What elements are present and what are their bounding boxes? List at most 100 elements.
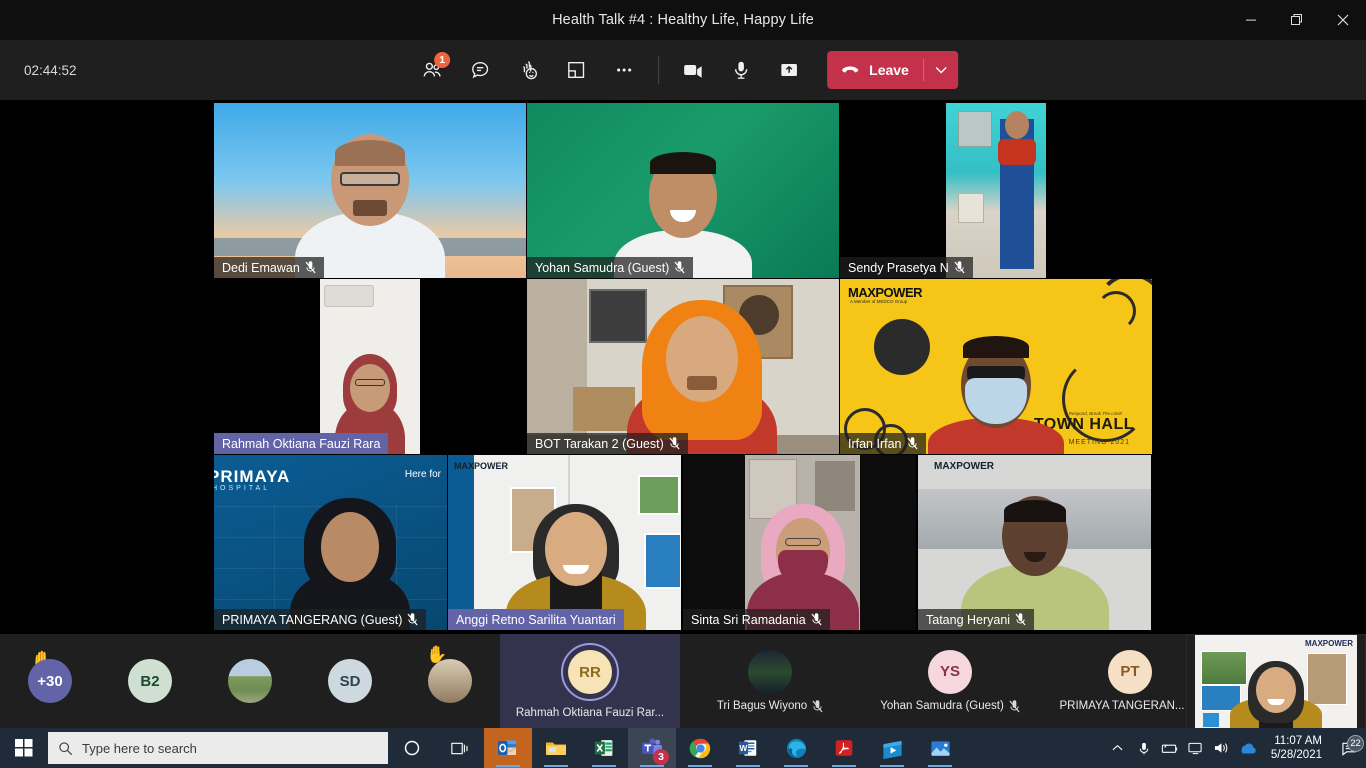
townhall-subtitle: MEETING 2021 (1068, 439, 1130, 446)
video-tile[interactable]: MAXPOWER Anggi Retno Sarilita Yuantari (448, 455, 681, 630)
video-stage: Dedi Emawan Yohan Samudra (Guest) Sendy … (0, 100, 1366, 634)
start-button[interactable] (0, 728, 48, 768)
volume-icon[interactable] (1209, 741, 1235, 755)
restore-button[interactable] (1274, 0, 1320, 40)
adobe-reader-icon (835, 740, 853, 756)
participant-name: Dedi Emawan (222, 260, 300, 275)
filmstrip-label: PRIMAYA TANGERAN... (1059, 699, 1201, 713)
participant-name: PRIMAYA TANGERANG (Guest) (222, 612, 403, 627)
filmstrip-item[interactable]: ✋ +30 (0, 634, 100, 728)
search-input[interactable]: Type here to search (48, 732, 388, 764)
video-tile[interactable]: PRIMAYA HOSPITAL Here for PRIMAYA TANGER… (214, 455, 447, 630)
microphone-tray-icon[interactable] (1131, 741, 1157, 756)
network-display-icon[interactable] (1183, 741, 1209, 755)
notification-count: 22 (1347, 734, 1364, 752)
onedrive-icon[interactable] (1235, 742, 1261, 755)
show-hidden-icons-button[interactable] (1105, 744, 1131, 752)
filmstrip-item[interactable]: ✋ (400, 634, 500, 728)
filmstrip-item[interactable] (200, 634, 300, 728)
task-view-button[interactable] (436, 728, 484, 768)
filmstrip-item[interactable]: RR Rahmah Oktiana Fauzi Rar... (500, 634, 680, 728)
avatar (748, 649, 792, 694)
participant-name: Anggi Retno Sarilita Yuantari (456, 612, 616, 627)
leave-main[interactable]: Leave (827, 51, 923, 89)
participant-name: Irfan Irfan (848, 436, 902, 451)
tile-name-chip: Sinta Sri Ramadania (683, 609, 830, 630)
more-options-button[interactable] (600, 50, 648, 90)
avatar-initials: RR (579, 663, 601, 681)
avatar (428, 659, 472, 703)
taskbar-app-word[interactable]: W (724, 728, 772, 768)
video-tile[interactable]: Sinta Sri Ramadania (683, 455, 916, 630)
primaya-tagline: Here for (404, 469, 441, 480)
taskbar-app-photos[interactable] (916, 728, 964, 768)
participant-name: Tri Bagus Wiyono (716, 700, 808, 712)
taskbar-app-microsoft-teams[interactable]: 3 (628, 728, 676, 768)
video-tile[interactable]: Dedi Emawan (214, 103, 526, 278)
minimize-button[interactable] (1228, 0, 1274, 40)
people-button[interactable]: 1 (408, 50, 456, 90)
taskbar-app-movies-tv[interactable] (868, 728, 916, 768)
chevron-down-icon (935, 67, 947, 74)
reactions-button[interactable] (504, 50, 552, 90)
participant-video (627, 284, 777, 454)
tile-name-chip: Anggi Retno Sarilita Yuantari (448, 609, 624, 630)
filmstrip-item[interactable]: SD (300, 634, 400, 728)
battery-icon[interactable] (1157, 742, 1183, 755)
avatar: +30 (28, 659, 72, 703)
microphone-button[interactable] (717, 50, 765, 90)
avatar (228, 659, 272, 703)
primaya-logo-sub: HOSPITAL (214, 485, 271, 492)
chat-button[interactable] (456, 50, 504, 90)
notification-center-button[interactable]: 22 (1332, 734, 1366, 756)
participant-name: BOT Tarakan 2 (Guest) (535, 436, 664, 451)
participant-name: Sinta Sri Ramadania (691, 612, 806, 627)
taskbar-app-outlook[interactable] (484, 728, 532, 768)
taskbar-app-chrome[interactable] (676, 728, 724, 768)
participant-name: Rahmah Oktiana Fauzi Rar... (515, 707, 665, 719)
video-tile[interactable]: Yohan Samudra (Guest) (527, 103, 839, 278)
share-screen-button[interactable] (765, 50, 813, 90)
camera-button[interactable] (669, 50, 717, 90)
taskbar-app-adobe-reader[interactable] (820, 728, 868, 768)
video-tile[interactable]: MAXPOWER Tatang Heryani (918, 455, 1151, 630)
participant-filmstrip: ✋ +30 B2 SD ✋ RR Rahmah Oktiana Fauzi Ra… (0, 634, 1366, 728)
cortana-button[interactable] (388, 728, 436, 768)
taskbar-app-edge[interactable] (772, 728, 820, 768)
breakout-rooms-button[interactable] (552, 50, 600, 90)
mic-muted-icon (1015, 613, 1026, 626)
participant-video (928, 324, 1064, 454)
word-icon: W (738, 740, 757, 756)
participant-name: Yohan Samudra (Guest) (880, 700, 1004, 712)
mic-muted-icon (812, 699, 823, 712)
tile-name-chip: Yohan Samudra (Guest) (527, 257, 694, 278)
hangup-icon (842, 66, 859, 73)
filmstrip-item[interactable]: B2 (100, 634, 200, 728)
video-tile[interactable]: Sendy Prasetya N (840, 103, 1152, 278)
movies-tv-icon (882, 740, 902, 759)
mic-muted-icon (674, 261, 685, 274)
leave-button[interactable]: Leave (827, 51, 958, 89)
avatar: B2 (128, 659, 172, 703)
window-controls (1228, 0, 1366, 40)
edge-icon (786, 738, 806, 758)
leave-label: Leave (869, 62, 909, 78)
people-count-badge: 1 (434, 52, 451, 68)
clock-time: 11:07 AM (1274, 735, 1322, 747)
maxpower-logo: MAXPOWER (934, 461, 994, 472)
window-title: Health Talk #4 : Healthy Life, Happy Lif… (552, 12, 814, 28)
clock[interactable]: 11:07 AM 5/28/2021 (1261, 734, 1332, 762)
taskbar-app-excel[interactable] (580, 728, 628, 768)
video-tile[interactable]: MAXPOWER A Member of MEDCO Group Respond… (840, 279, 1152, 454)
photos-icon (930, 740, 950, 756)
filmstrip-item[interactable]: YS Yohan Samudra (Guest) (860, 634, 1040, 728)
close-button[interactable] (1320, 0, 1366, 40)
maxpower-logo: MAXPOWER (454, 461, 508, 471)
video-tile[interactable]: BOT Tarakan 2 (Guest) (527, 279, 839, 454)
video-tile[interactable]: Rahmah Oktiana Fauzi Rara (214, 279, 526, 454)
leave-dropdown-button[interactable] (924, 51, 958, 89)
self-view-video[interactable]: MAXPOWER (1186, 634, 1366, 738)
taskbar-app-file-explorer[interactable] (532, 728, 580, 768)
filmstrip-item[interactable]: Tri Bagus Wiyono (680, 634, 860, 728)
avatar: YS (928, 649, 972, 694)
